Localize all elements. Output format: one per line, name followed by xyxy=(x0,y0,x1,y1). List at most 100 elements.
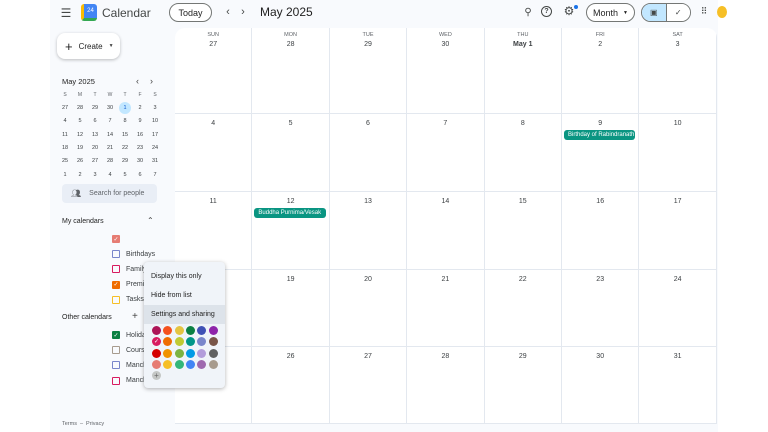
calendar-list-item[interactable]: Birthdays xyxy=(112,250,155,259)
color-swatch[interactable] xyxy=(174,337,184,347)
mini-day[interactable]: 11 xyxy=(59,129,71,141)
day-cell[interactable]: SUN 27 xyxy=(175,28,253,114)
mini-day[interactable]: 31 xyxy=(149,155,161,167)
color-swatch[interactable] xyxy=(208,326,218,335)
mini-day[interactable]: 8 xyxy=(119,115,131,127)
day-number[interactable]: 12 xyxy=(252,198,328,205)
mini-day[interactable]: 28 xyxy=(74,102,86,114)
calendar-mode-icon[interactable]: ▣ xyxy=(642,4,667,21)
mini-day[interactable]: 29 xyxy=(89,102,101,114)
day-cell[interactable]: 23 xyxy=(562,270,640,347)
day-cell[interactable]: 10 xyxy=(639,114,717,192)
day-number[interactable]: May 1 xyxy=(485,41,561,48)
calendar-checkbox[interactable] xyxy=(112,295,120,304)
day-cell[interactable]: 8 xyxy=(484,114,562,192)
day-number[interactable]: 30 xyxy=(407,41,483,48)
mini-day[interactable]: 19 xyxy=(74,142,86,154)
day-number[interactable]: 11 xyxy=(175,198,251,205)
day-cell[interactable]: WED 30 xyxy=(407,28,485,114)
color-swatch[interactable] xyxy=(208,348,218,358)
mini-day[interactable]: 7 xyxy=(104,115,116,127)
day-number[interactable]: 27 xyxy=(330,353,406,360)
day-number[interactable]: 7 xyxy=(407,120,483,127)
mini-day[interactable]: 10 xyxy=(149,115,161,127)
day-cell[interactable]: TUE 29 xyxy=(329,28,408,114)
day-number[interactable]: 13 xyxy=(330,198,406,205)
day-cell[interactable]: MON 28 xyxy=(252,28,330,114)
day-cell[interactable]: 4 xyxy=(175,114,253,192)
day-number[interactable]: 19 xyxy=(252,276,328,283)
mini-day[interactable]: 27 xyxy=(89,155,101,167)
color-swatch[interactable] xyxy=(174,359,184,369)
prev-month-icon[interactable]: ‹ xyxy=(222,5,234,19)
day-cell[interactable]: 26 xyxy=(252,347,330,424)
privacy-link[interactable]: Privacy xyxy=(86,421,104,427)
next-month-icon[interactable]: › xyxy=(237,5,249,19)
search-icon[interactable]: ⚲ xyxy=(521,5,535,19)
day-cell[interactable]: THU May 1 xyxy=(484,28,562,114)
day-cell[interactable]: SAT 3 xyxy=(639,28,717,114)
mini-day[interactable]: 21 xyxy=(104,142,116,154)
day-number[interactable]: 29 xyxy=(330,41,406,48)
mini-day[interactable]: 22 xyxy=(119,142,131,154)
day-cell[interactable]: 11 xyxy=(175,192,253,270)
color-swatch[interactable] xyxy=(197,348,207,358)
mini-day[interactable]: 24 xyxy=(149,142,161,154)
mini-day[interactable]: 6 xyxy=(134,169,146,181)
day-number[interactable]: 16 xyxy=(562,198,638,205)
mini-day[interactable]: 5 xyxy=(119,169,131,181)
color-swatch[interactable] xyxy=(197,337,207,347)
day-cell[interactable]: 21 xyxy=(407,270,485,347)
calendar-checkbox[interactable] xyxy=(112,346,120,355)
color-swatch[interactable] xyxy=(208,359,218,369)
day-cell[interactable]: 15 xyxy=(484,192,562,270)
day-number[interactable]: 28 xyxy=(407,353,483,360)
mini-day[interactable]: 3 xyxy=(149,102,161,114)
calendar-checkbox[interactable] xyxy=(112,265,120,274)
day-number[interactable]: 22 xyxy=(485,276,561,283)
day-cell[interactable]: 12 Buddha Purnima/Vesak xyxy=(252,192,330,270)
day-cell[interactable]: 31 xyxy=(639,347,717,424)
mini-next-icon[interactable]: › xyxy=(150,76,153,86)
color-swatch[interactable] xyxy=(163,348,173,358)
mini-day[interactable]: 25 xyxy=(59,155,71,167)
color-swatch[interactable]: ✓ xyxy=(152,337,161,347)
day-number[interactable]: 15 xyxy=(485,198,561,205)
color-swatch[interactable] xyxy=(185,337,195,347)
day-cell[interactable]: 7 xyxy=(407,114,485,192)
day-number[interactable]: 2 xyxy=(562,41,638,48)
calendar-checkbox[interactable] xyxy=(112,376,120,385)
day-number[interactable]: 8 xyxy=(485,120,561,127)
day-number[interactable]: 30 xyxy=(562,353,638,360)
mini-prev-icon[interactable]: ‹ xyxy=(136,76,139,86)
day-cell[interactable]: 9 Birthday of Rabindranath xyxy=(562,114,640,192)
day-cell[interactable]: 20 xyxy=(329,270,408,347)
color-swatch[interactable] xyxy=(197,359,207,369)
color-swatch[interactable] xyxy=(163,326,173,335)
apps-grid-icon[interactable]: ⠿ xyxy=(698,5,710,17)
color-swatch[interactable] xyxy=(152,359,161,369)
day-cell[interactable]: 16 xyxy=(562,192,640,270)
main-menu-icon[interactable]: ☰ xyxy=(58,6,74,20)
menu-hide-from-list[interactable]: Hide from list xyxy=(144,286,225,305)
color-swatch[interactable] xyxy=(197,326,207,335)
day-number[interactable]: 24 xyxy=(639,276,715,283)
day-number[interactable]: 20 xyxy=(330,276,406,283)
day-number[interactable]: 28 xyxy=(252,41,328,48)
event-chip[interactable]: Birthday of Rabindranath xyxy=(564,130,636,140)
event-chip[interactable]: Buddha Purnima/Vesak xyxy=(254,208,326,218)
day-number[interactable]: 14 xyxy=(407,198,483,205)
color-swatch[interactable] xyxy=(185,348,195,358)
menu-settings-and-sharing[interactable]: Settings and sharing xyxy=(144,305,225,324)
calendar-checkbox[interactable]: ✓ xyxy=(112,331,120,339)
mini-day[interactable]: 4 xyxy=(59,115,71,127)
terms-link[interactable]: Terms xyxy=(62,421,77,427)
day-cell[interactable]: 28 xyxy=(407,347,485,424)
mini-day[interactable]: 30 xyxy=(134,155,146,167)
day-number[interactable]: 17 xyxy=(639,198,715,205)
mini-day[interactable]: 4 xyxy=(104,169,116,181)
day-cell[interactable]: 14 xyxy=(407,192,485,270)
help-icon[interactable]: ? xyxy=(541,6,552,17)
day-cell[interactable]: 5 xyxy=(252,114,330,192)
day-number[interactable]: 4 xyxy=(175,120,251,127)
